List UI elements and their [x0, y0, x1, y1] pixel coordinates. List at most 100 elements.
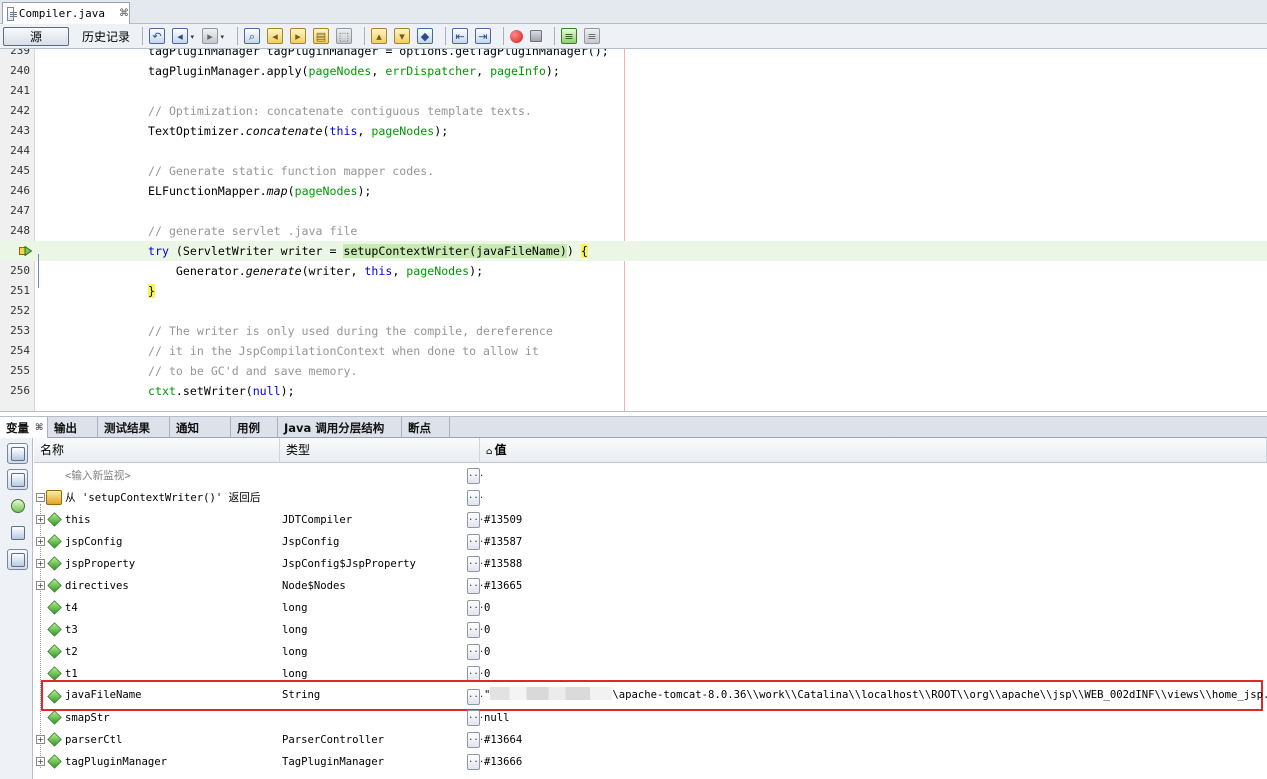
variable-row[interactable]: t2 long... 0: [34, 641, 1267, 663]
toggle-bookmark-icon[interactable]: ◆: [417, 28, 433, 44]
code-line[interactable]: 248 // generate servlet .java file: [0, 221, 1267, 241]
shift-right-icon[interactable]: ⇥: [475, 28, 491, 44]
code-line[interactable]: 253 // The writer is only used during the…: [0, 321, 1267, 341]
show-values-button[interactable]: [7, 549, 28, 570]
history-view-button[interactable]: 历史记录: [75, 27, 137, 46]
edit-value-button[interactable]: ...: [467, 754, 484, 770]
variable-row[interactable]: + jspConfig JspConfig... #13587: [34, 531, 1267, 553]
code-line[interactable]: try (ServletWriter writer = setupContext…: [0, 241, 1267, 261]
toggle-highlight-icon[interactable]: ▤: [313, 28, 329, 44]
variable-row[interactable]: smapStr... null: [34, 707, 1267, 729]
code-line[interactable]: 247: [0, 201, 1267, 221]
find-selection-icon[interactable]: ⌕: [244, 28, 260, 44]
code-token: ELFunctionMapper.: [148, 184, 267, 198]
new-watch-row[interactable]: <输入新监视>...: [34, 465, 1267, 487]
new-watch-placeholder[interactable]: <输入新监视>: [65, 465, 131, 487]
editor-tab-compiler-java[interactable]: Compiler.java ⌘: [2, 2, 130, 24]
comment-icon[interactable]: ≡: [561, 28, 577, 44]
variable-row[interactable]: + directives Node$Nodes... #13665: [34, 575, 1267, 597]
edit-value-button[interactable]: ...: [467, 600, 484, 616]
code-line[interactable]: 242 // Optimization: concatenate contiguo…: [0, 101, 1267, 121]
code-line[interactable]: 245 // Generate static function mapper co…: [0, 161, 1267, 181]
expand-toggle-icon[interactable]: +: [36, 581, 45, 590]
expand-toggle-icon[interactable]: +: [36, 515, 45, 524]
start-macro-icon[interactable]: [510, 29, 523, 43]
edit-value-button[interactable]: ...: [467, 622, 484, 638]
field-variable-icon: [47, 622, 62, 637]
tool-tab-2[interactable]: 测试结果: [98, 417, 170, 438]
expand-toggle-icon[interactable]: −: [36, 493, 45, 502]
tool-tab-3[interactable]: 通知: [170, 417, 231, 438]
code-line[interactable]: 254 // it in the JspCompilationContext wh…: [0, 341, 1267, 361]
code-line[interactable]: 246 ELFunctionMapper.map(pageNodes);: [0, 181, 1267, 201]
variable-row[interactable]: + jspProperty JspConfig$JspProperty... #135…: [34, 553, 1267, 575]
toggle-rect-selection-icon[interactable]: ⬚: [336, 28, 352, 44]
variable-row[interactable]: + tagPluginManager TagPluginManager... #136…: [34, 751, 1267, 773]
back-dropdown-icon[interactable]: ▾: [190, 34, 194, 41]
expand-toggle-icon[interactable]: +: [36, 757, 45, 766]
edit-value-button[interactable]: ...: [467, 689, 484, 705]
tool-tab-4[interactable]: 用例: [231, 417, 278, 438]
code-token: tagPluginManager tagPluginManager = opti…: [148, 49, 609, 58]
edit-value-button[interactable]: ...: [467, 534, 484, 550]
expand-toggle-icon[interactable]: +: [36, 537, 45, 546]
edit-value-button[interactable]: ...: [467, 732, 484, 748]
line-number: 254: [10, 344, 30, 357]
shift-left-icon[interactable]: ⇤: [452, 28, 468, 44]
find-next-icon[interactable]: ▸: [290, 28, 306, 44]
variable-row[interactable]: t3 long... 0: [34, 619, 1267, 641]
value-text: \apache-tomcat-8.0.36\\work\\Catalina\\l…: [612, 689, 1267, 701]
find-previous-icon[interactable]: ◂: [267, 28, 283, 44]
close-tab-icon[interactable]: ⌘: [119, 8, 129, 19]
show-inherited-button[interactable]: [7, 469, 28, 490]
code-line[interactable]: 251}: [0, 281, 1267, 301]
code-line[interactable]: 239 tagPluginManager tagPluginManager = o…: [0, 49, 1267, 61]
edit-value-button[interactable]: ...: [467, 578, 484, 594]
code-editor[interactable]: 239 tagPluginManager tagPluginManager = o…: [0, 49, 1267, 412]
next-bookmark-icon[interactable]: ▾: [394, 28, 410, 44]
code-line[interactable]: 256 ctxt.setWriter(null);: [0, 381, 1267, 401]
variable-row[interactable]: t4 long... 0: [34, 597, 1267, 619]
settings-icon: [10, 525, 25, 540]
code-token: // generate servlet .java file: [148, 224, 358, 238]
edit-value-button[interactable]: ...: [467, 490, 484, 506]
code-line[interactable]: 244: [0, 141, 1267, 161]
stop-macro-icon[interactable]: [530, 30, 542, 42]
last-edit-icon[interactable]: ↶: [149, 28, 165, 44]
column-header-type[interactable]: 类型: [280, 438, 480, 463]
forward-dropdown-icon[interactable]: ▾: [220, 34, 224, 41]
tool-tab-1[interactable]: 输出: [48, 417, 98, 438]
variable-row[interactable]: + parserCtl ParserController... #13664: [34, 729, 1267, 751]
code-line[interactable]: 255 // to be GC'd and save memory.: [0, 361, 1267, 381]
forward-icon[interactable]: ▸ ▾: [202, 28, 224, 44]
edit-value-button[interactable]: ...: [467, 644, 484, 660]
source-view-button[interactable]: 源: [3, 26, 69, 46]
edit-value-button[interactable]: ...: [467, 512, 484, 528]
previous-bookmark-icon[interactable]: ▴: [371, 28, 387, 44]
variables-table[interactable]: 名称 类型 ⌂ 值 <输入新监视>... − 从 'setupContextWrite…: [34, 438, 1267, 779]
column-header-name[interactable]: 名称: [34, 438, 280, 463]
show-static-button[interactable]: [7, 443, 28, 464]
code-line[interactable]: 241: [0, 81, 1267, 101]
tool-tab-6[interactable]: 断点: [402, 417, 450, 438]
uncomment-icon[interactable]: ≡: [584, 28, 600, 44]
expand-toggle-icon[interactable]: +: [36, 559, 45, 568]
tool-tab-0[interactable]: 变量 ⌘: [0, 417, 48, 438]
edit-value-button[interactable]: ...: [467, 468, 484, 484]
variable-row[interactable]: + this JDTCompiler... #13509: [34, 509, 1267, 531]
back-icon[interactable]: ◂ ▾: [172, 28, 194, 44]
create-watch-button[interactable]: [7, 495, 28, 516]
code-line[interactable]: 252: [0, 301, 1267, 321]
return-value-row[interactable]: − 从 'setupContextWriter()' 返回后...: [34, 487, 1267, 509]
code-line[interactable]: 240 tagPluginManager.apply(pageNodes, err…: [0, 61, 1267, 81]
line-number: 251: [10, 284, 30, 297]
tool-tab-5[interactable]: Java 调用分层结构: [278, 417, 402, 438]
close-tool-tab-icon[interactable]: ⌘: [35, 423, 43, 433]
code-line[interactable]: 250 Generator.generate(writer, this, pag…: [0, 261, 1267, 281]
expand-toggle-icon[interactable]: +: [36, 735, 45, 744]
edit-value-button[interactable]: ...: [467, 556, 484, 572]
code-line[interactable]: 243 TextOptimizer.concatenate(this, pageN…: [0, 121, 1267, 141]
column-header-value[interactable]: ⌂ 值: [480, 438, 1267, 463]
settings-button[interactable]: [7, 522, 28, 543]
edit-value-button[interactable]: ...: [467, 710, 484, 726]
